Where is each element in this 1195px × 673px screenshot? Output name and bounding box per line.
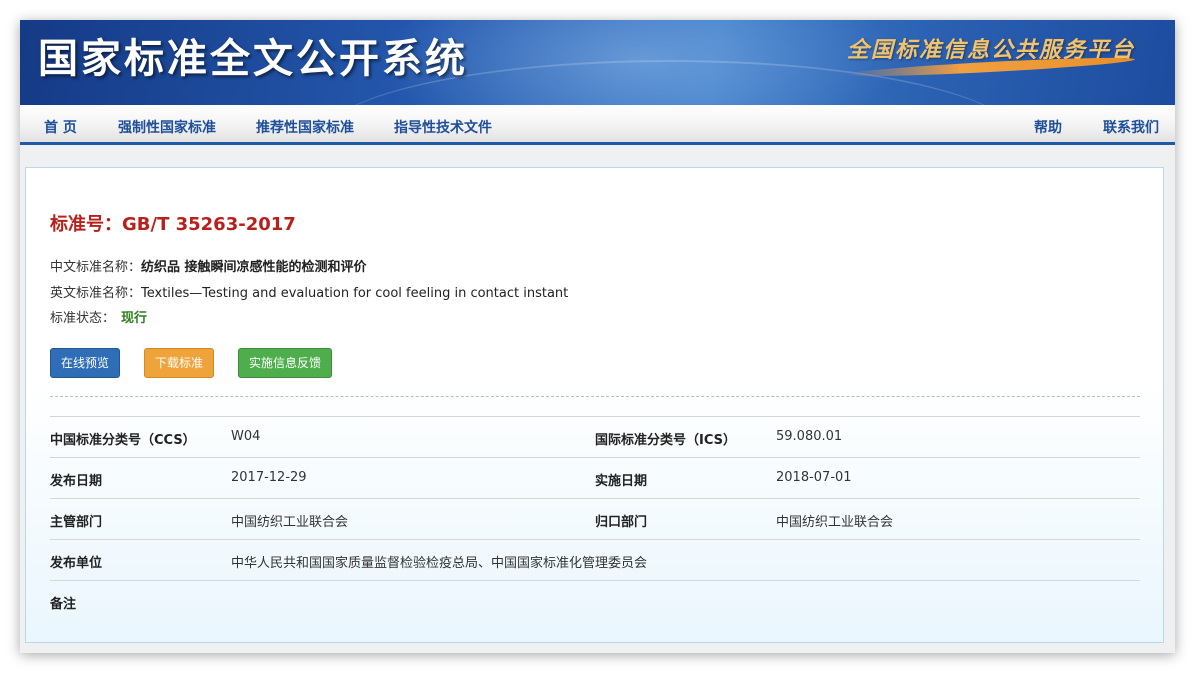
standard-info-table: 中国标准分类号（CCS） W04 国际标准分类号（ICS） 59.080.01 … <box>50 416 1140 622</box>
nav-home[interactable]: 首 页 <box>44 117 77 137</box>
impl-date-value: 2018-07-01 <box>776 470 852 485</box>
table-row: 发布单位 中华人民共和国国家质量监督检验检疫总局、中国国家标准化管理委员会 <box>50 540 1140 581</box>
implementation-feedback-button[interactable]: 实施信息反馈 <box>238 348 332 378</box>
nav-mandatory-standards[interactable]: 强制性国家标准 <box>118 117 216 137</box>
en-name-label: 英文标准名称： <box>50 286 142 301</box>
nav-help[interactable]: 帮助 <box>1034 117 1062 137</box>
publish-date-value: 2017-12-29 <box>231 470 307 485</box>
publish-date-label: 发布日期 <box>50 474 103 489</box>
status-line: 标准状态： 现行 <box>50 307 147 326</box>
ics-label: 国际标准分类号（ICS） <box>595 433 736 448</box>
browser-window: 国家标准全文公开系统 全国标准信息公共服务平台 首 页 强制性国家标准 推荐性国… <box>20 20 1175 653</box>
preview-online-button[interactable]: 在线预览 <box>50 348 120 378</box>
table-row: 主管部门 中国纺织工业联合会 归口部门 中国纺织工业联合会 <box>50 499 1140 540</box>
impl-date-label: 实施日期 <box>595 474 648 489</box>
status-badge: 现行 <box>121 311 148 326</box>
table-row: 发布日期 2017-12-29 实施日期 2018-07-01 <box>50 458 1140 499</box>
download-standard-button[interactable]: 下载标准 <box>144 348 214 378</box>
nav-contact-us[interactable]: 联系我们 <box>1103 117 1159 137</box>
cn-name-line: 中文标准名称：纺织品 接触瞬间凉感性能的检测和评价 <box>50 256 367 275</box>
site-banner: 国家标准全文公开系统 全国标准信息公共服务平台 <box>20 20 1175 105</box>
dept-value: 中国纺织工业联合会 <box>231 515 349 530</box>
owner-label: 归口部门 <box>595 515 648 530</box>
ics-value: 59.080.01 <box>776 429 843 444</box>
standard-number: 标准号：GB/T 35263-2017 <box>50 210 296 236</box>
standard-number-label: 标准号： <box>50 214 122 235</box>
nav-guidance-documents[interactable]: 指导性技术文件 <box>394 117 492 137</box>
remark-label: 备注 <box>50 597 77 612</box>
site-title: 国家标准全文公开系统 <box>38 36 468 82</box>
en-name-line: 英文标准名称：Textiles—Testing and evaluation f… <box>50 282 568 301</box>
owner-value: 中国纺织工业联合会 <box>776 515 894 530</box>
ccs-label: 中国标准分类号（CCS） <box>50 433 196 448</box>
cn-name-value: 纺织品 接触瞬间凉感性能的检测和评价 <box>141 260 367 275</box>
publisher-label: 发布单位 <box>50 556 103 571</box>
table-row: 备注 <box>50 581 1140 622</box>
cn-name-label: 中文标准名称： <box>50 260 142 275</box>
status-label: 标准状态： <box>50 311 116 326</box>
publisher-value: 中华人民共和国国家质量监督检验检疫总局、中国国家标准化管理委员会 <box>231 556 648 571</box>
nav-recommended-standards[interactable]: 推荐性国家标准 <box>256 117 354 137</box>
standard-number-value: GB/T 35263-2017 <box>122 214 296 235</box>
table-row: 中国标准分类号（CCS） W04 国际标准分类号（ICS） 59.080.01 <box>50 417 1140 458</box>
ccs-value: W04 <box>231 429 261 444</box>
dept-label: 主管部门 <box>50 515 103 530</box>
en-name-value: Textiles—Testing and evaluation for cool… <box>141 286 569 301</box>
main-nav: 首 页 强制性国家标准 推荐性国家标准 指导性技术文件 帮助 联系我们 <box>20 105 1175 145</box>
section-divider <box>50 396 1140 397</box>
standard-detail-card: 标准号：GB/T 35263-2017 中文标准名称：纺织品 接触瞬间凉感性能的… <box>25 167 1164 643</box>
